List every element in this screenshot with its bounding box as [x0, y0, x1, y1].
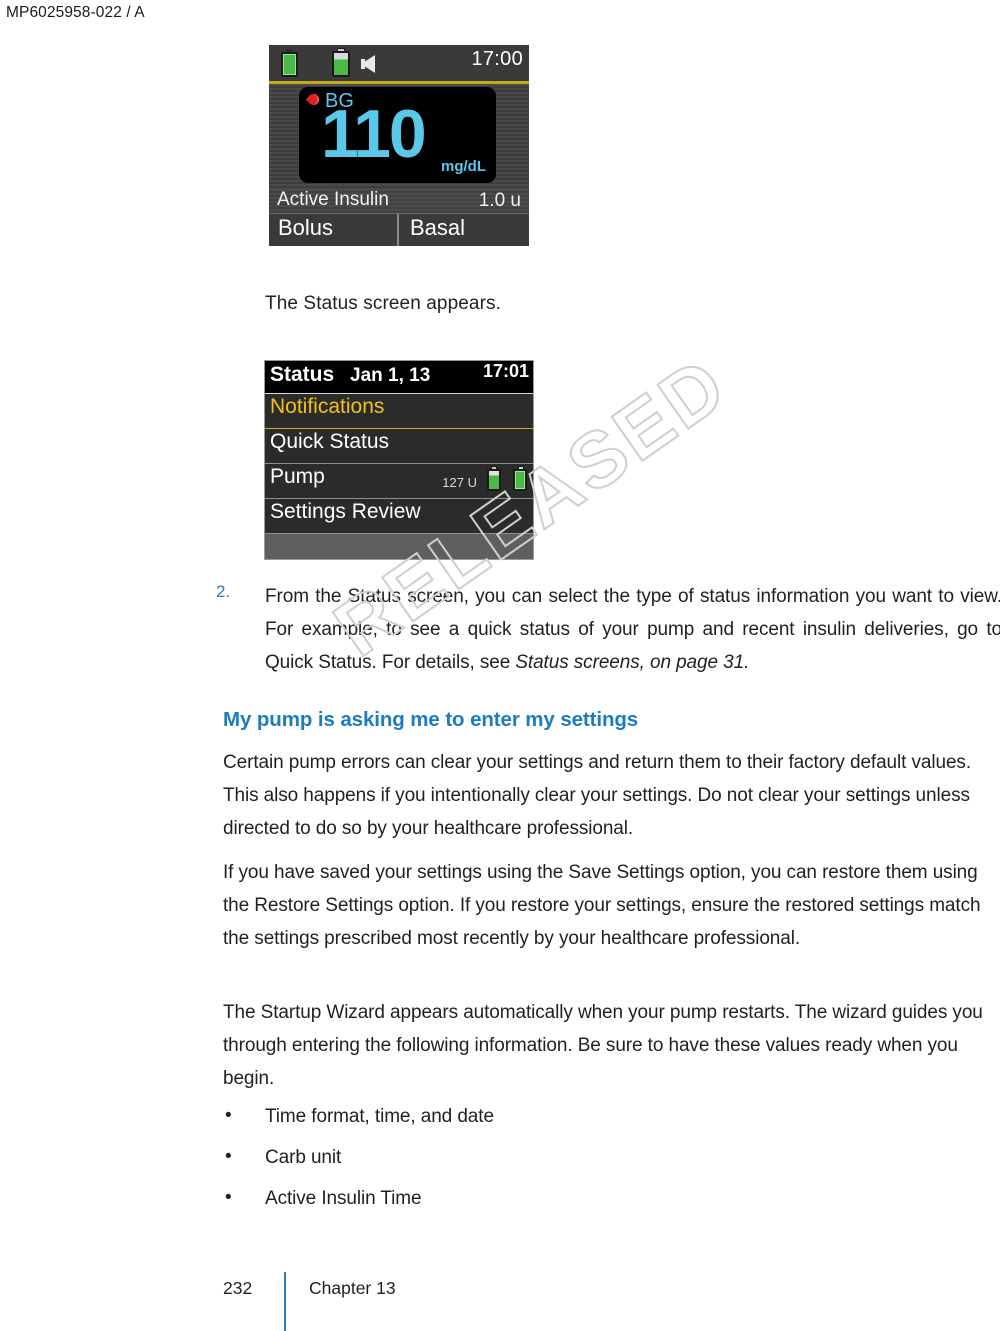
- status-screen-date: Jan 1, 13: [350, 365, 431, 386]
- paragraph-2: If you have saved your settings using th…: [223, 862, 981, 949]
- status-screen-footer-bar: [265, 534, 533, 559]
- status-menu-item-quick-status[interactable]: Quick Status: [265, 429, 533, 464]
- section-heading: My pump is asking me to enter my setting…: [223, 708, 639, 731]
- list-item: • Time format, time, and date: [223, 1105, 923, 1147]
- pump-status-screen-figure: Status Jan 1, 13 17:01 Notifications Qui…: [264, 360, 534, 560]
- active-insulin-row: Active Insulin 1.0 u: [269, 189, 529, 214]
- status-screen-title: Status: [270, 363, 335, 386]
- speaker-icon: [361, 55, 375, 73]
- status-screen-clock: 17:01: [482, 361, 529, 381]
- status-menu-item-pump[interactable]: Pump 127 U: [265, 464, 533, 499]
- reservoir-icon: [332, 48, 350, 77]
- list-item-label: Carb unit: [265, 1147, 342, 1168]
- pump-tab-bar: Bolus Basal: [269, 214, 529, 246]
- list-item-label: Time format, time, and date: [265, 1106, 494, 1127]
- pump-clock: 17:00: [471, 48, 523, 70]
- status-menu-item-notifications[interactable]: Notifications: [265, 394, 533, 429]
- bg-value: 110: [321, 96, 427, 172]
- step-number: 2.: [216, 582, 231, 601]
- status-menu-label: Notifications: [270, 395, 385, 418]
- bg-unit: mg/dL: [441, 158, 486, 175]
- battery-icon: [513, 466, 527, 491]
- blood-drop-icon: [305, 91, 322, 108]
- active-insulin-value: 1.0 u: [478, 190, 521, 211]
- reservoir-icon: [487, 466, 501, 491]
- bullet-marker-icon: •: [225, 1146, 232, 1167]
- pump-home-screen-figure: 17:00 BG 110 mg/dL Active Insulin 1.0 u …: [269, 45, 529, 246]
- list-item-label: Active Insulin Time: [265, 1188, 422, 1209]
- footer-divider: [284, 1272, 286, 1331]
- step-text: From the Status screen, you can select t…: [265, 580, 1000, 679]
- bullet-marker-icon: •: [225, 1187, 232, 1208]
- pump-units-remaining: 127 U: [442, 475, 477, 490]
- battery-icon: [281, 49, 298, 77]
- bullet-list: • Time format, time, and date • Carb uni…: [223, 1105, 923, 1229]
- status-menu-item-settings-review[interactable]: Settings Review: [265, 499, 533, 534]
- pump-home-body: BG 110 mg/dL: [269, 84, 529, 189]
- list-item: • Active Insulin Time: [223, 1187, 923, 1229]
- tab-bolus[interactable]: Bolus: [269, 214, 397, 246]
- bg-reading-card: BG 110 mg/dL: [299, 87, 496, 183]
- status-menu-label: Settings Review: [270, 500, 421, 523]
- status-menu-label: Pump: [270, 465, 325, 488]
- chapter-label: Chapter 13: [309, 1278, 396, 1298]
- bullet-marker-icon: •: [225, 1105, 232, 1126]
- page-number: 232: [223, 1278, 253, 1298]
- numbered-step-2: 2. From the Status screen, you can selec…: [216, 580, 1000, 679]
- active-insulin-label: Active Insulin: [277, 189, 389, 210]
- pump-status-bar: 17:00: [269, 45, 529, 84]
- document-header-code: MP6025958-022 / A: [6, 4, 145, 21]
- paragraph-1: Certain pump errors can clear your setti…: [223, 752, 971, 839]
- list-item: • Carb unit: [223, 1146, 923, 1188]
- document-page: MP6025958-022 / A 17:00 BG 110 mg/dL Act…: [0, 0, 1000, 1331]
- status-screen-title-bar: Status Jan 1, 13 17:01: [265, 361, 533, 394]
- paragraph-3: The Startup Wizard appears automatically…: [223, 1002, 983, 1089]
- figure-caption: The Status screen appears.: [265, 293, 502, 314]
- cross-reference: Status screens, on page 31.: [515, 652, 750, 673]
- page-footer: 232 Chapter 13: [223, 1272, 723, 1331]
- status-menu-label: Quick Status: [270, 430, 390, 453]
- tab-basal[interactable]: Basal: [397, 214, 529, 246]
